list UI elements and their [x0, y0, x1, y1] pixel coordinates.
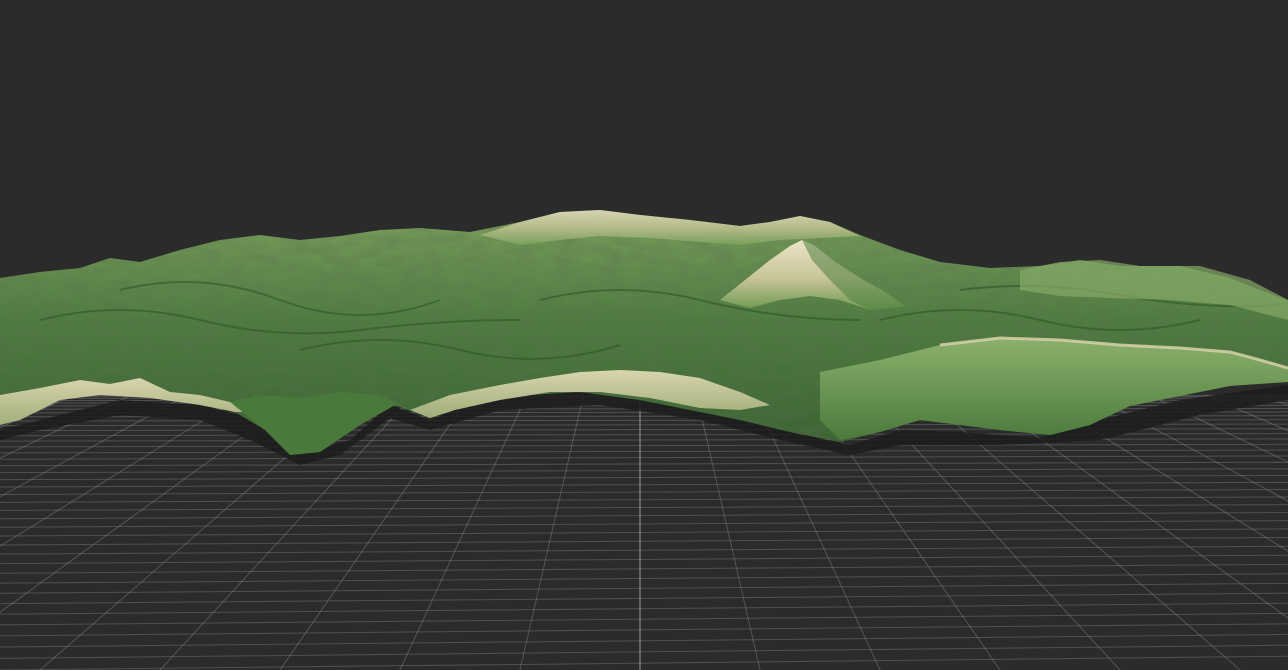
- grid-line: [0, 582, 1288, 594]
- grid-line: [1205, 394, 1288, 432]
- viewport-canvas[interactable]: [0, 0, 1288, 670]
- grid-line: [0, 573, 1288, 584]
- grid-line: [0, 489, 1288, 496]
- grid-line: [0, 602, 1288, 615]
- grid-line: [399, 394, 528, 670]
- grid-line: [0, 461, 1288, 467]
- grid-line: [0, 554, 1288, 565]
- grid-line: [0, 481, 1288, 488]
- 3d-viewport[interactable]: [0, 0, 1288, 670]
- front-hills-left: [230, 392, 410, 455]
- grid-line: [0, 394, 188, 498]
- grid-line: [0, 563, 1288, 574]
- grid-line: [0, 504, 1288, 511]
- grid-line: [0, 394, 245, 547]
- grid-line: [0, 468, 1288, 474]
- grid-line: [0, 528, 1288, 537]
- grid-line: [0, 455, 1288, 460]
- grid-line: [0, 449, 1288, 454]
- grid-line: [0, 512, 1288, 520]
- grid-line: [0, 644, 1288, 659]
- grid-line: [0, 443, 1288, 448]
- grid-line: [0, 655, 1288, 670]
- grid-line: [0, 520, 1288, 528]
- grid-line: [978, 394, 1288, 619]
- grid-line: [0, 496, 1288, 503]
- grid-line: [0, 633, 1288, 648]
- grid-line: [0, 623, 1288, 637]
- grid-line: [0, 612, 1288, 626]
- grid-line: [0, 545, 1288, 555]
- grid-line: [1261, 394, 1288, 406]
- grid-line: [0, 592, 1288, 605]
